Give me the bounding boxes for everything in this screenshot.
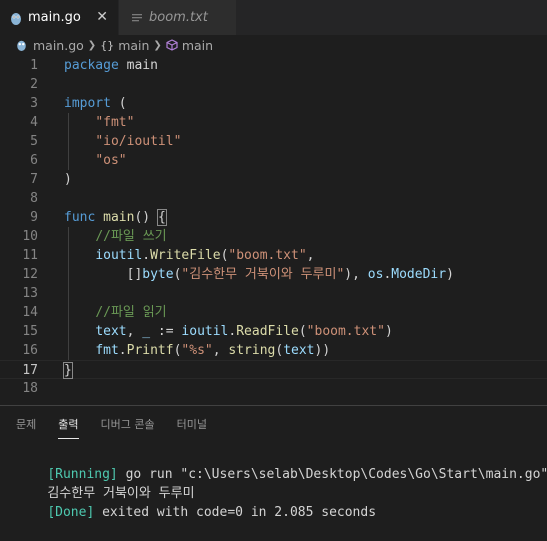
line-number: 1	[30, 58, 38, 73]
line-number: 3	[30, 96, 38, 111]
line-number: 11	[22, 248, 38, 263]
code-text: import (	[64, 96, 127, 111]
panel-tab[interactable]: 터미널	[177, 416, 207, 438]
code-line[interactable]: 11 ioutil.WriteFile("boom.txt",	[0, 246, 547, 265]
code-text: "io/ioutil"	[95, 134, 182, 149]
line-number: 15	[22, 324, 38, 339]
code-line[interactable]: 9 func main() {	[0, 208, 547, 227]
code-text: //파일 쓰기	[95, 229, 167, 244]
output-panel: 문제 출력 디버그 콘솔 터미널 [Running] go run "c:\Users…	[0, 405, 547, 520]
code-line[interactable]: 5 "io/ioutil"	[0, 132, 547, 151]
line-number: 2	[30, 77, 38, 92]
code-line[interactable]: 10 //파일 쓰기	[0, 227, 547, 246]
panel-tab[interactable]: 문제	[16, 416, 36, 438]
line-number: 17	[22, 363, 38, 378]
breadcrumb-file[interactable]: main.go	[33, 38, 84, 53]
tab-label: boom.txt	[149, 10, 208, 25]
code-line[interactable]: 14 //파일 읽기	[0, 303, 547, 322]
code-text: "os"	[95, 153, 127, 168]
code-line[interactable]: 2	[0, 75, 547, 94]
tab-main-go[interactable]: main.go ✕	[0, 0, 118, 35]
code-text: //파일 읽기	[95, 305, 167, 320]
line-number: 7	[30, 172, 38, 187]
code-line[interactable]: 3 import (	[0, 94, 547, 113]
code-text: package main	[64, 58, 158, 73]
code-line[interactable]: 17}	[0, 360, 547, 379]
code-line[interactable]: 4 "fmt"	[0, 113, 547, 132]
code-line[interactable]: 15 text, _ := ioutil.ReadFile("boom.txt"…	[0, 322, 547, 341]
code-text: )	[64, 172, 72, 187]
code-text: func main() {	[64, 209, 167, 226]
line-number: 18	[22, 381, 38, 396]
code-line[interactable]: 6 "os"	[0, 151, 547, 170]
chevron-right-icon: ❯	[87, 39, 97, 51]
namespace-icon: {}	[100, 38, 115, 52]
breadcrumb: main.go ❯ {} main ❯ main	[0, 35, 547, 55]
close-icon[interactable]: ✕	[96, 9, 108, 25]
breadcrumb-package[interactable]: main	[118, 38, 149, 53]
code-line[interactable]: 8	[0, 189, 547, 208]
line-number: 6	[30, 153, 38, 168]
line-number: 10	[22, 229, 38, 244]
gopher-icon	[10, 11, 22, 25]
code-line[interactable]: 16 fmt.Printf("%s", string(text))	[0, 341, 547, 360]
line-number: 12	[22, 267, 38, 282]
code-text: fmt.Printf("%s", string(text))	[95, 343, 331, 358]
line-number: 5	[30, 134, 38, 149]
line-number: 16	[22, 343, 38, 358]
function-cube-icon	[166, 39, 178, 51]
panel-tab[interactable]: 디버그 콘솔	[101, 416, 155, 438]
tab-label: main.go	[28, 10, 81, 25]
code-line[interactable]: 1 package main	[0, 56, 547, 75]
code-text: text, _ := ioutil.ReadFile("boom.txt")	[95, 324, 393, 339]
code-text: }	[63, 362, 73, 379]
text-file-icon	[131, 12, 143, 24]
panel-tab[interactable]: 출력	[58, 416, 79, 439]
panel-tabs: 문제 출력 디버그 콘솔 터미널	[16, 416, 229, 439]
line-number: 8	[30, 191, 38, 206]
chevron-right-icon: ❯	[153, 39, 162, 51]
line-number: 9	[30, 210, 38, 225]
tab-boom-txt[interactable]: boom.txt	[118, 0, 236, 35]
line-number: 4	[30, 115, 38, 130]
line-number: 14	[22, 305, 38, 320]
code-line[interactable]: 12 []byte("김수한무 거북이와 두루미"), os.ModeDir)	[0, 265, 547, 284]
code-line[interactable]: 13	[0, 284, 547, 303]
breadcrumb-function[interactable]: main	[182, 38, 213, 53]
gopher-icon	[16, 39, 27, 51]
code-text: "fmt"	[95, 115, 135, 130]
code-text: []byte("김수한무 거북이와 두루미"), os.ModeDir)	[126, 267, 454, 282]
line-number: 13	[22, 286, 38, 301]
editor-tab-bar: main.go ✕ boom.txt	[0, 0, 547, 35]
code-line[interactable]: 18	[0, 379, 547, 398]
code-editor[interactable]: 1 package main 2 3 import (4 "fmt" 5 "io/iout…	[0, 56, 547, 398]
code-text: ioutil.WriteFile("boom.txt",	[95, 248, 315, 263]
code-line[interactable]: 7)	[0, 170, 547, 189]
